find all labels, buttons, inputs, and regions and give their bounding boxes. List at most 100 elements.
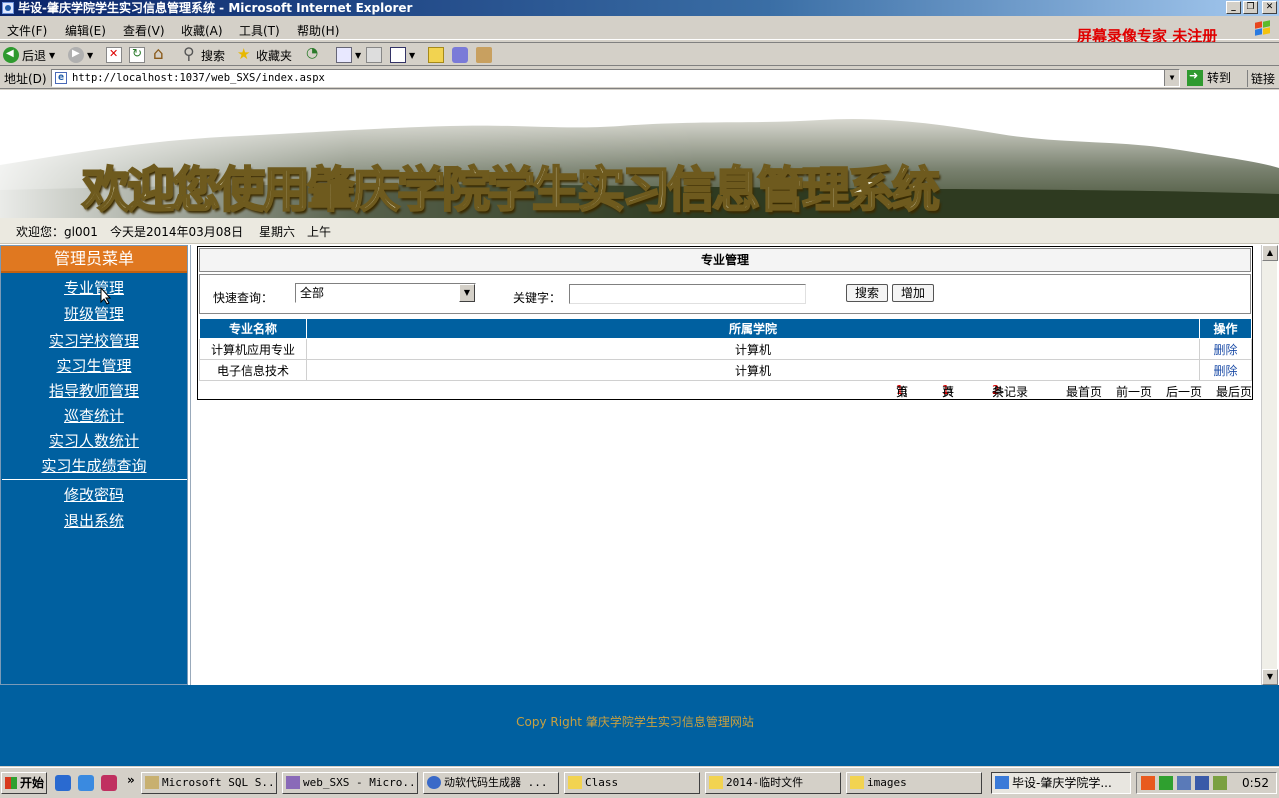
sidebar-item-class[interactable]: 班级管理	[1, 303, 187, 324]
minimize-button[interactable]: _	[1226, 1, 1241, 14]
delete-link[interactable]: 删除	[1199, 338, 1252, 360]
history-button[interactable]	[305, 45, 321, 64]
menu-edit[interactable]: 编辑(E)	[65, 22, 106, 39]
tray-display-icon[interactable]	[1195, 776, 1209, 790]
back-arrow-icon	[3, 47, 19, 63]
first-page-link[interactable]: 最首页	[1066, 383, 1102, 400]
menu-tools[interactable]: 工具(T)	[239, 22, 280, 39]
chevron-down-icon[interactable]: ▼	[459, 284, 475, 302]
search-icon	[182, 44, 198, 63]
messenger-button[interactable]	[452, 46, 468, 64]
column-header-college: 所属学院	[306, 318, 1200, 339]
dropdown-arrow-icon[interactable]: ▼	[87, 51, 93, 60]
stop-icon	[106, 47, 122, 63]
sidebar-item-count[interactable]: 实习人数统计	[1, 430, 187, 451]
tray-volume-icon[interactable]	[1213, 776, 1227, 790]
welcome-date: 今天是2014年03月08日	[110, 225, 244, 239]
restore-button[interactable]: ❐	[1243, 1, 1258, 14]
menu-help[interactable]: 帮助(H)	[297, 22, 339, 39]
search-button[interactable]: 搜索	[846, 284, 888, 302]
prev-page-link[interactable]: 前一页	[1116, 383, 1152, 400]
task-ie-active[interactable]: 毕设-肇庆学院学...	[991, 772, 1131, 794]
mouse-cursor-icon	[100, 287, 112, 305]
research-button[interactable]	[476, 46, 492, 64]
print-button[interactable]	[366, 46, 382, 64]
column-header-action: 操作	[1199, 318, 1252, 339]
mail-button[interactable]: ▼	[336, 46, 361, 64]
browser-viewport: 欢迎您使用肇庆学院学生实习信息管理系统 欢迎您：gl001 今天是2014年03…	[0, 90, 1279, 766]
sidebar-item-grades[interactable]: 实习生成绩查询	[1, 455, 187, 476]
search-button[interactable]: 搜索	[182, 44, 225, 64]
stop-button[interactable]	[106, 46, 122, 64]
sidebar-item-intern[interactable]: 实习生管理	[1, 355, 187, 376]
welcome-user: 欢迎您：gl001	[16, 225, 98, 239]
keyword-input[interactable]	[569, 284, 806, 304]
ie-icon	[995, 776, 1009, 789]
menu-file[interactable]: 文件(F)	[7, 22, 47, 39]
window-title-bar[interactable]: 毕设-肇庆学院学生实习信息管理系统 - Microsoft Internet E…	[0, 0, 1279, 16]
tray-network-icon[interactable]	[1159, 776, 1173, 790]
task-code-generator[interactable]: 动软代码生成器 ...	[423, 772, 559, 794]
print-icon	[366, 47, 382, 63]
windows-logo-icon	[1241, 18, 1275, 40]
quick-query-label: 快速查询：	[213, 291, 274, 305]
sidebar-item-teacher[interactable]: 指导教师管理	[1, 380, 187, 401]
links-button[interactable]: 链接	[1247, 70, 1275, 87]
menu-view[interactable]: 查看(V)	[123, 22, 165, 39]
copyright-text: Copy Right 肇庆学院学生实习信息管理网站	[516, 715, 754, 729]
ie-app-icon[interactable]	[2, 2, 14, 14]
delete-link[interactable]: 删除	[1199, 359, 1252, 381]
table-row: 计算机应用专业 计算机 删除	[199, 338, 1252, 360]
add-button[interactable]: 增加	[892, 284, 934, 302]
address-input[interactable]: http://localhost:1037/web_SXS/index.aspx…	[51, 69, 1180, 87]
favorites-button[interactable]: 收藏夹	[237, 45, 292, 64]
sidebar-item-patrol[interactable]: 巡查统计	[1, 405, 187, 426]
ie-quicklaunch-icon[interactable]	[55, 775, 71, 791]
address-dropdown-icon[interactable]: ▼	[1164, 70, 1179, 86]
last-page-link[interactable]: 最后页	[1216, 383, 1252, 400]
tray-app-icon[interactable]	[1141, 776, 1155, 790]
tray-monitor-icon[interactable]	[1177, 776, 1191, 790]
column-header-major: 专业名称	[199, 318, 307, 339]
task-visual-studio[interactable]: web_SXS - Micro...	[282, 772, 418, 794]
banner: 欢迎您使用肇庆学院学生实习信息管理系统	[0, 90, 1279, 218]
folder-icon	[850, 776, 864, 789]
task-sql-server[interactable]: Microsoft SQL S...	[141, 772, 277, 794]
close-button[interactable]: ✕	[1262, 1, 1277, 14]
scroll-down-icon[interactable]: ▼	[1262, 669, 1278, 685]
sql-server-icon	[145, 776, 159, 789]
sidebar-item-password[interactable]: 修改密码	[1, 484, 187, 505]
back-button[interactable]: 后退 ▼	[3, 46, 55, 64]
desktop-quicklaunch-icon[interactable]	[78, 775, 94, 791]
menu-favorites[interactable]: 收藏(A)	[181, 22, 223, 39]
task-folder-temp[interactable]: 2014-临时文件	[705, 772, 841, 794]
windows-flag-icon	[5, 777, 17, 789]
start-button[interactable]: 开始	[1, 772, 47, 794]
discuss-button[interactable]	[428, 46, 444, 64]
quick-query-select[interactable]: 全部 ▼	[295, 283, 476, 303]
home-button[interactable]	[153, 44, 169, 64]
task-folder-class[interactable]: Class	[564, 772, 700, 794]
dropdown-arrow-icon[interactable]: ▼	[49, 51, 55, 60]
next-page-link[interactable]: 后一页	[1166, 383, 1202, 400]
address-bar: 地址(D) http://localhost:1037/web_SXS/inde…	[0, 67, 1279, 89]
sidebar-item-school[interactable]: 实习学校管理	[1, 330, 187, 351]
go-button[interactable]: 转到	[1187, 69, 1231, 86]
vertical-scrollbar[interactable]: ▲ ▼	[1261, 245, 1278, 685]
major-table: 专业名称 所属学院 操作 计算机应用专业 计算机 删除 电子信息技术 计算机 删…	[199, 318, 1252, 381]
system-tray: 0:52	[1136, 772, 1277, 794]
sidebar-item-logout[interactable]: 退出系统	[1, 510, 187, 531]
edit-icon	[390, 47, 406, 63]
folder-icon	[709, 776, 723, 789]
refresh-button[interactable]	[129, 46, 145, 64]
more-quicklaunch-icon[interactable]: »	[127, 773, 135, 787]
sidebar-item-major[interactable]: 专业管理	[1, 277, 187, 298]
edit-button[interactable]: ▼	[390, 46, 415, 64]
task-folder-images[interactable]: images	[846, 772, 982, 794]
scroll-up-icon[interactable]: ▲	[1262, 245, 1278, 261]
table-header-row: 专业名称 所属学院 操作	[199, 318, 1252, 339]
forward-button[interactable]: ▼	[68, 46, 93, 64]
visual-studio-icon	[286, 776, 300, 789]
window-title: 毕设-肇庆学院学生实习信息管理系统 - Microsoft Internet E…	[18, 1, 413, 15]
media-quicklaunch-icon[interactable]	[101, 775, 117, 791]
